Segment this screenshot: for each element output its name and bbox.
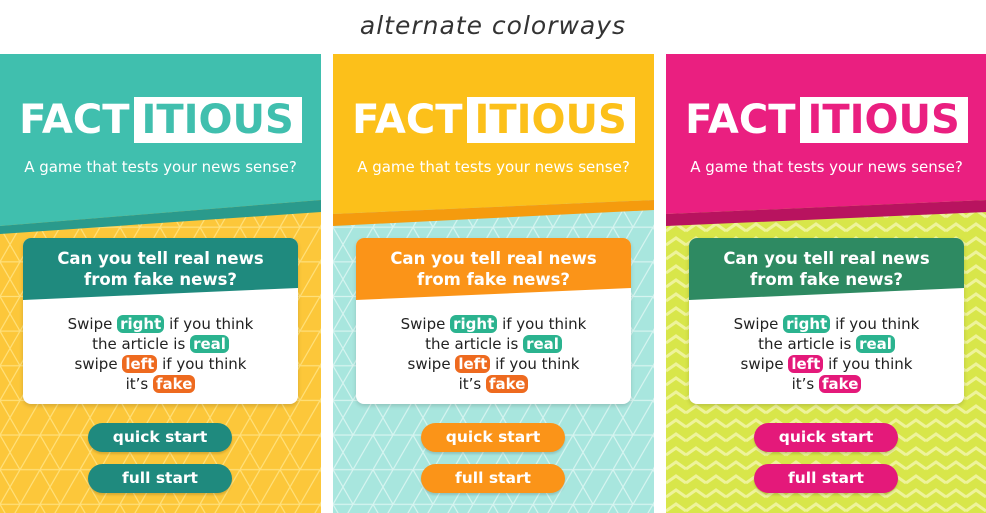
real-pill: real (523, 335, 562, 353)
card-question: Can you tell real news from fake news? (57, 249, 264, 289)
factitious-logo: FACT ITIOUS (333, 97, 654, 143)
card-instructions: Swipe right if you think the article is … (67, 315, 254, 393)
instructions-card: Can you tell real news from fake news? Sw… (689, 238, 964, 404)
quick-start-button[interactable]: quick start (754, 423, 898, 452)
tagline: A game that tests your news sense? (24, 158, 297, 176)
factitious-logo: FACT ITIOUS (0, 97, 321, 143)
instructions-card: Can you tell real news from fake news? Sw… (356, 238, 631, 404)
card-instructions: Swipe right if you think the article is … (733, 315, 920, 393)
left-pill: left (122, 355, 158, 373)
right-pill: right (450, 315, 498, 333)
card-question: Can you tell real news from fake news? (390, 249, 597, 289)
left-pill: left (455, 355, 491, 373)
fake-pill: fake (819, 375, 862, 393)
tagline: A game that tests your news sense? (690, 158, 963, 176)
header-background (0, 54, 321, 234)
instructions-card: Can you tell real news from fake news? Sw… (23, 238, 298, 404)
quick-start-button[interactable]: quick start (421, 423, 565, 452)
card-question: Can you tell real news from fake news? (723, 249, 930, 289)
colorway-yellow-panel: FACT ITIOUS A game that tests your news s… (333, 54, 654, 513)
quick-start-button[interactable]: quick start (88, 423, 232, 452)
card-instructions: Swipe right if you think the article is … (400, 315, 587, 393)
colorway-teal-panel: FACT ITIOUS A game that tests your news s… (0, 54, 321, 513)
fake-pill: fake (153, 375, 196, 393)
fake-pill: fake (486, 375, 529, 393)
tagline: A game that tests your news sense? (357, 158, 630, 176)
full-start-button[interactable]: full start (421, 464, 565, 493)
real-pill: real (856, 335, 895, 353)
header-background (333, 54, 654, 226)
page-title: alternate colorways (359, 11, 627, 40)
header-background (666, 54, 986, 226)
full-start-button[interactable]: full start (754, 464, 898, 493)
left-pill: left (788, 355, 824, 373)
colorway-pink-panel: FACT ITIOUS A game that tests your news s… (666, 54, 986, 513)
right-pill: right (783, 315, 831, 333)
right-pill: right (117, 315, 165, 333)
factitious-logo: FACT ITIOUS (666, 97, 986, 143)
real-pill: real (190, 335, 229, 353)
full-start-button[interactable]: full start (88, 464, 232, 493)
